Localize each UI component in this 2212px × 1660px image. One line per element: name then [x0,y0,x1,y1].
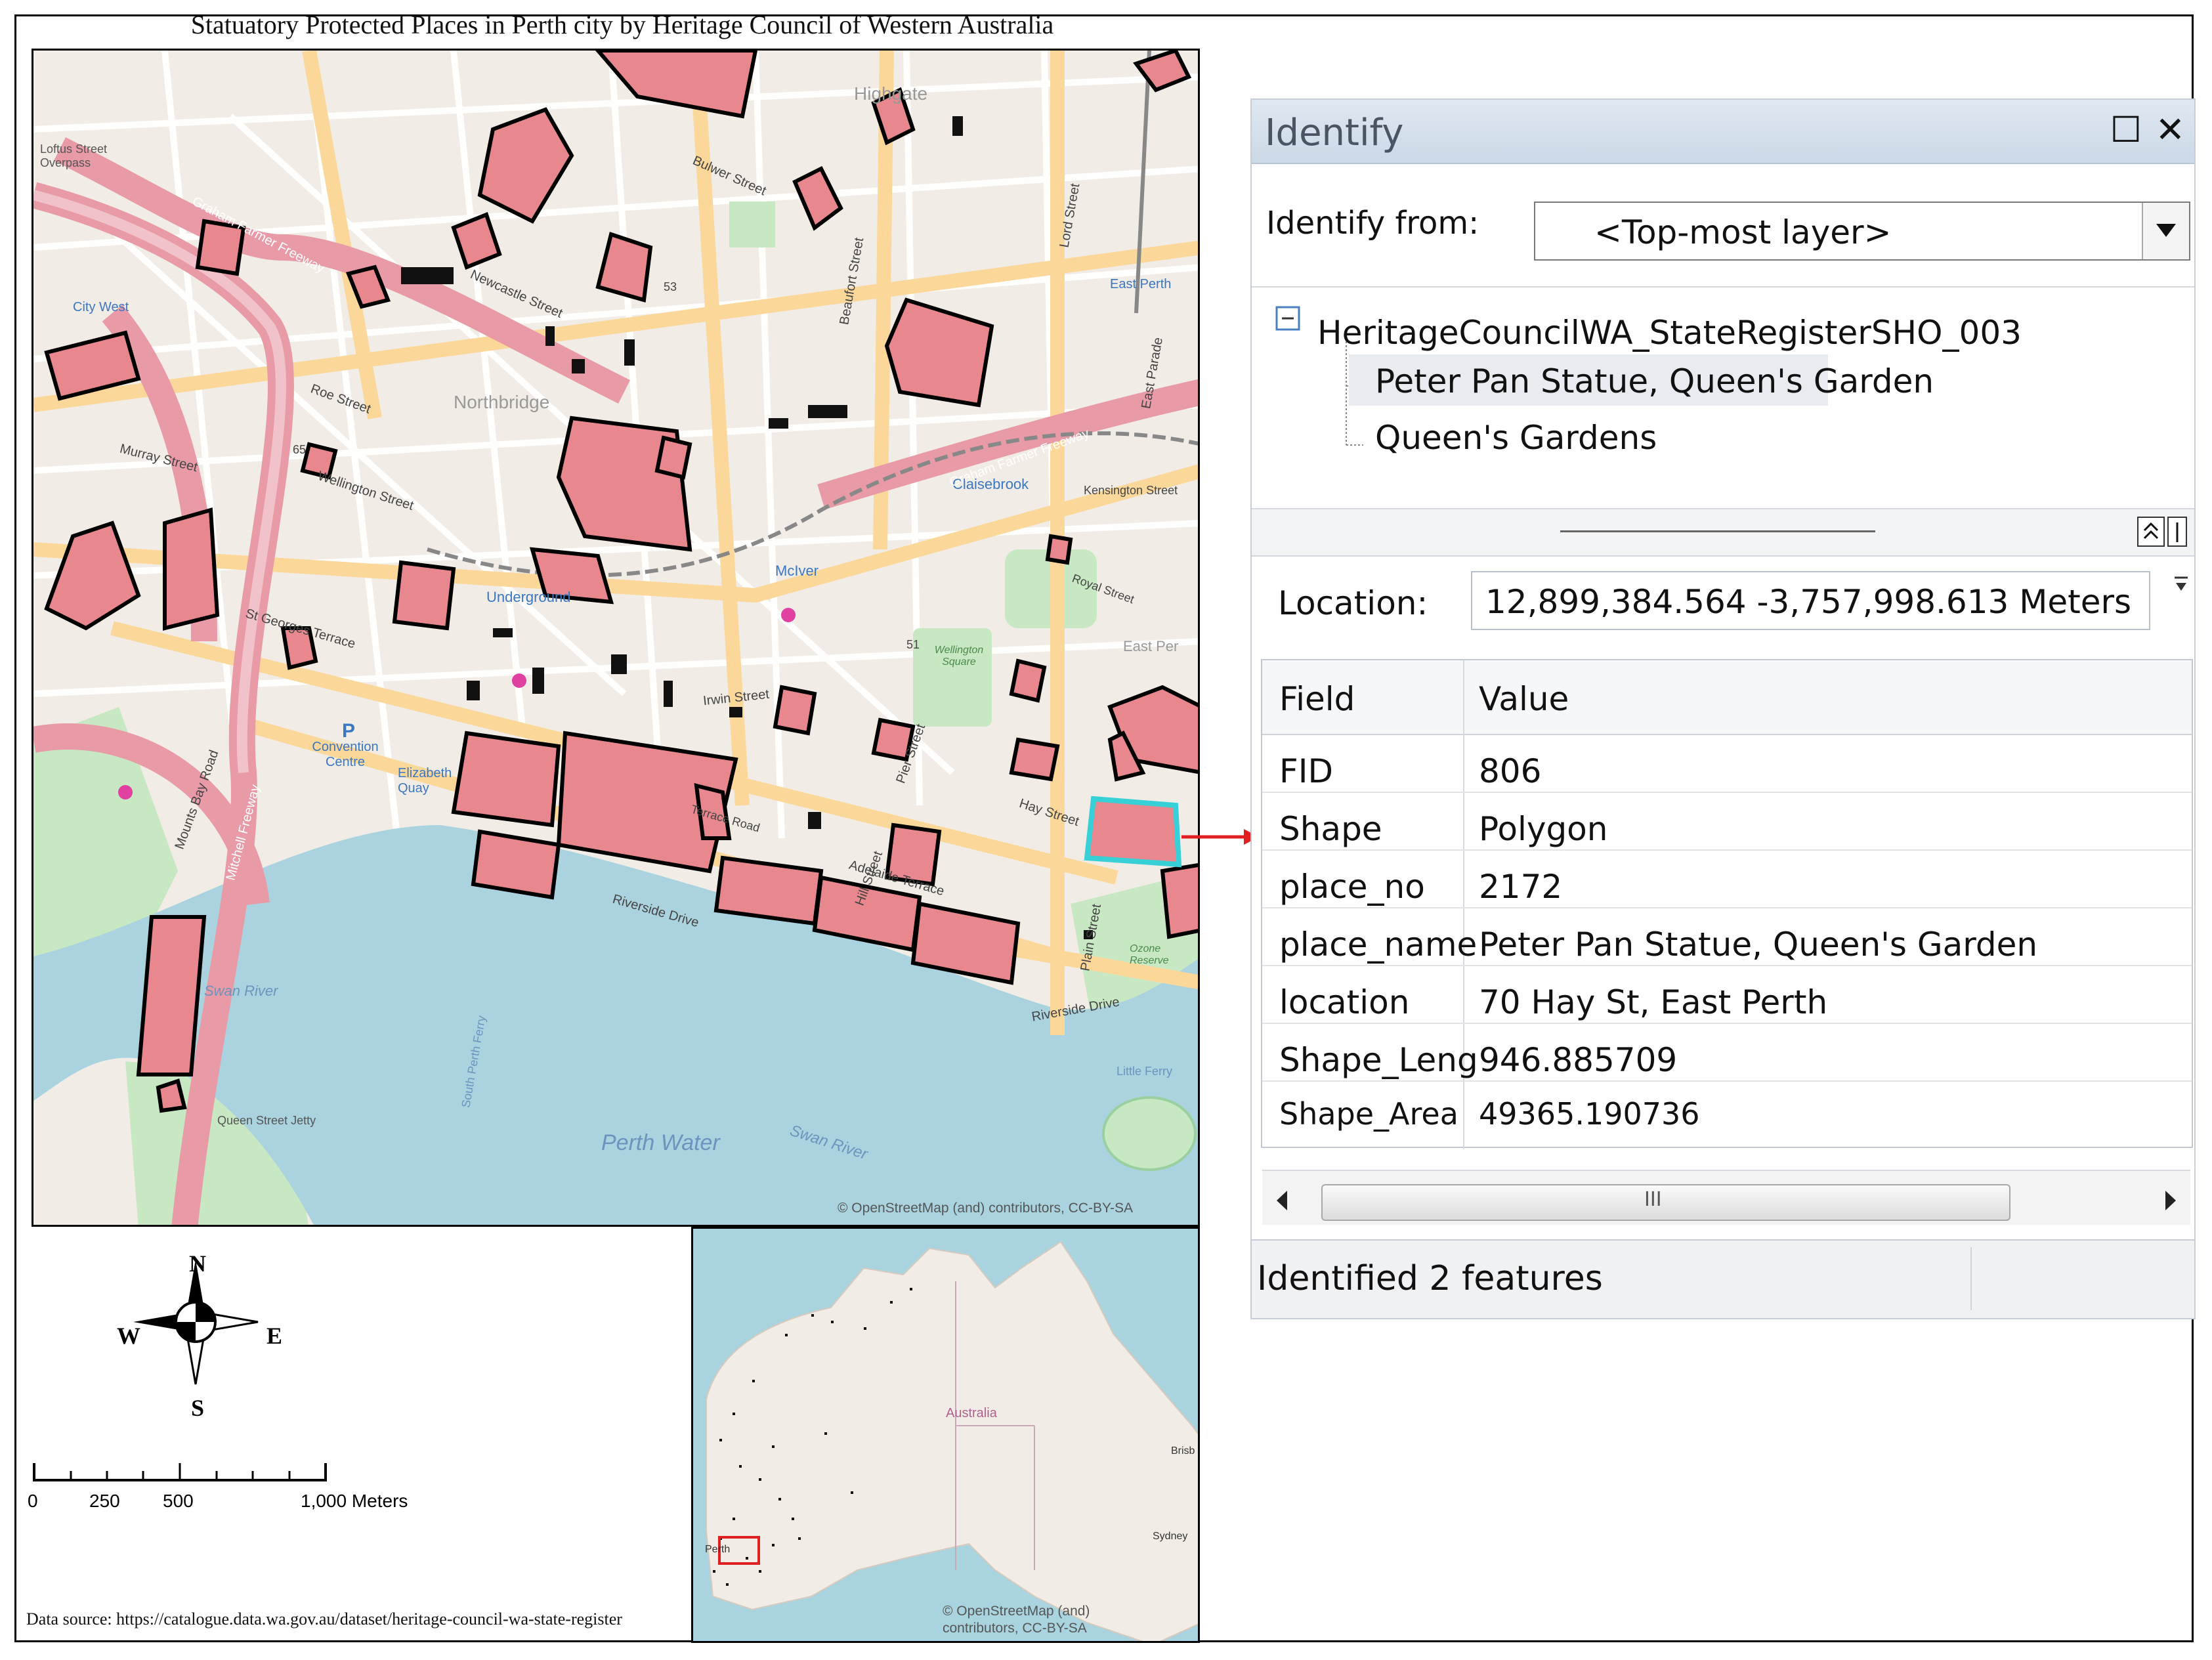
label-elizabeth-quay: Elizabeth Quay [398,766,452,796]
inset-attribution: © OpenStreetMap (and) contributors, CC-B… [943,1604,1090,1636]
row-divider [1262,792,2192,793]
inset-label-sydney: Sydney [1153,1531,1188,1542]
value-location: 70 Hay St, East Perth [1479,983,1828,1021]
label-swan-river-2: Swan River [204,983,278,999]
street-kensington: Kensington Street [1084,484,1178,497]
location-value: 12,899,384.564 -3,757,998.613 Meters [1485,583,2132,621]
tree-item-peter-pan[interactable]: Peter Pan Statue, Queen's Garden [1375,362,1934,400]
field-shape-area: Shape_Area [1279,1096,1458,1132]
compass-s: S [191,1395,205,1421]
attribute-table[interactable]: Field Value FID 806 Shape Polygon place_… [1261,659,2193,1149]
label-mciver: McIver [775,563,819,579]
inset-label-brisbane: Brisb [1171,1445,1195,1457]
row-divider [1262,1080,2192,1082]
scroll-right-icon[interactable] [2158,1171,2184,1230]
scroll-thumb[interactable]: III [1321,1184,2010,1221]
field-shape: Shape [1279,810,1382,848]
row-divider [1262,965,2192,966]
value-place-name: Peter Pan Statue, Queen's Garden [1479,926,2038,964]
selected-peter-pan-statue [1084,796,1182,868]
arrow-icon [1181,829,1259,845]
identify-from-value: <Top-most layer> [1594,213,1892,251]
value-shape-leng: 946.885709 [1479,1041,1678,1079]
close-icon[interactable]: ✕ [2156,110,2185,150]
scale-500: 500 [163,1491,194,1511]
map-title: Statuatory Protected Places in Perth cit… [190,10,1054,39]
row-divider [1262,907,2192,908]
field-place-name: place_name [1279,926,1478,964]
splitter-grip [1560,530,1875,532]
inset-map[interactable]: Australia Perth Sydney Brisb © OpenStree… [691,1227,1200,1643]
scale-bar [33,1463,327,1481]
header-value: Value [1479,680,1569,718]
status-divider [1970,1247,1972,1310]
label-northbridge: Northbridge [454,392,550,412]
location-field[interactable]: 12,899,384.564 -3,757,998.613 Meters [1471,571,2150,630]
header-value-cell[interactable] [1464,660,2192,735]
label-city-west: City West [73,300,129,314]
main-map[interactable]: Highgate Northbridge East Perth East Per… [32,49,1200,1227]
identify-window[interactable]: Identify ☐ ✕ Identify from: <Top-most la… [1250,98,2196,1319]
field-shape-leng: Shape_Leng [1279,1041,1478,1079]
value-shape-area: 49365.190736 [1479,1096,1700,1132]
label-loftus: Loftus Street Overpass [40,142,108,169]
label-ozone-reserve: Ozone Reserve [1130,943,1169,966]
map-attribution: © OpenStreetMap (and) contributors, CC-B… [838,1201,1134,1216]
scale-250: 250 [89,1491,120,1511]
label-highgate: Highgate [854,83,928,104]
label-queen-street-jetty: Queen Street Jetty [217,1114,316,1127]
route-65: 65 [293,443,307,456]
row-divider [1262,1023,2192,1024]
legend-panel: N S E W 0 250 500 1,000 Meters [28,1227,691,1643]
inset-label-perth: Perth [705,1544,731,1555]
label-wellington-square: Wellington Square [934,645,984,668]
identify-from-select[interactable]: <Top-most layer> [1534,202,2190,261]
compass-e: E [266,1323,283,1349]
tree-layer[interactable]: HeritageCouncilWA_StateRegisterSHO_003 [1317,314,2022,352]
status-bar: Identified 2 features [1252,1239,2194,1318]
scroll-grip: III [1644,1188,1662,1211]
identify-titlebar[interactable]: Identify ☐ ✕ [1252,100,2194,164]
field-fid: FID [1279,752,1334,790]
value-place-no: 2172 [1479,868,1563,906]
map-canvas [33,51,1198,1225]
label-east-perth-2: East Per [1123,638,1179,654]
route-53: 53 [664,280,677,293]
inset-label-australia: Australia [946,1406,997,1420]
label-underground: Underground [486,589,571,605]
identify-results-tree[interactable]: HeritageCouncilWA_StateRegisterSHO_003 P… [1252,286,2194,509]
identify-title: Identify [1265,112,1404,154]
location-menu-icon[interactable] [2172,572,2192,599]
value-shape: Polygon [1479,810,1608,848]
scale-1000: 1,000 Meters [301,1491,408,1511]
header-field: Field [1279,680,1355,718]
label-convention-centre: Convention Centre [312,740,379,769]
label-little-ferry: Little Ferry [1117,1065,1173,1078]
dropdown-arrow-icon[interactable] [2142,203,2189,259]
scroll-left-icon[interactable] [1269,1171,1295,1230]
compass-w: W [117,1323,140,1349]
label-east-perth: East Perth [1110,277,1172,291]
row-divider [1262,849,2192,851]
horizontal-scrollbar[interactable]: III [1262,1170,2190,1225]
maximize-icon[interactable]: ☐ [2110,110,2142,150]
location-label: Location: [1278,584,1428,622]
identify-from-label: Identify from: [1266,205,1479,242]
label-perth-water: Perth Water [601,1130,720,1155]
route-51: 51 [906,638,920,651]
scale-0: 0 [28,1491,38,1511]
value-fid: 806 [1479,752,1542,790]
tree-item-queens-gardens[interactable]: Queen's Gardens [1375,419,1657,457]
parking-icon: P [342,720,356,742]
pane-splitter[interactable] [1252,508,2194,557]
field-place-no: place_no [1279,868,1425,906]
inset-canvas [693,1229,1198,1641]
status-text: Identified 2 features [1257,1259,1603,1298]
data-source: Data source: https://catalogue.data.wa.g… [26,1609,622,1628]
field-location: location [1279,983,1410,1021]
collapse-pane-icon[interactable] [2137,516,2189,549]
tree-collapse-icon[interactable] [1274,301,1313,432]
compass-n: N [189,1250,206,1277]
